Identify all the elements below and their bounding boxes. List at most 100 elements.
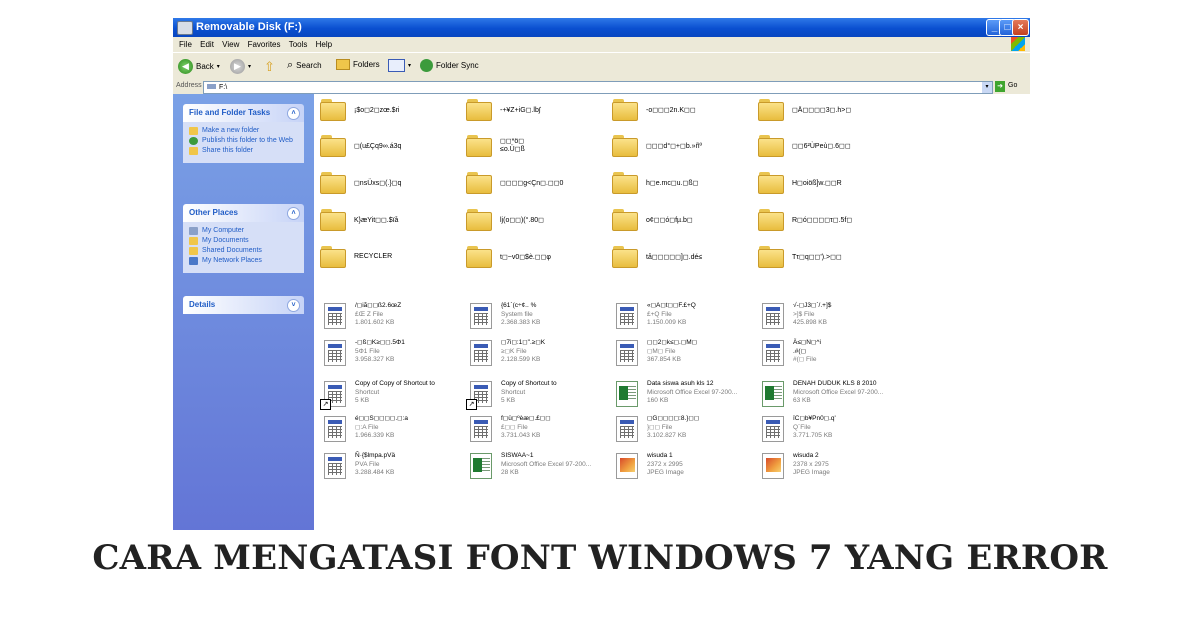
file-item[interactable]: «◻A◻t◻◻F.£+Q £+Q File 1.150.009 KB (614, 302, 696, 329)
file-type: Shortcut (501, 388, 526, 396)
go-arrow-icon[interactable]: ➜ (995, 81, 1005, 92)
publish-folder-link[interactable]: Publish this folder to the Web (189, 137, 298, 145)
file-type: Microsoft Office Excel 97-200... (647, 388, 738, 396)
collapse-icon[interactable]: ˄ (287, 107, 300, 120)
views-button[interactable]: ▾ (388, 59, 411, 72)
folder-item[interactable]: K}æYit◻◻.$ïå (320, 209, 398, 231)
file-item[interactable]: /◻iã◻◻ß2.6œZ £Œ Z File 1.801.602 KB (322, 302, 401, 329)
folders-button[interactable]: Folders (336, 59, 380, 70)
file-item[interactable]: ↗ Copy of Shortcut to Shortcut 5 KB (466, 380, 557, 410)
folder-item[interactable]: h◻e.mc◻u.◻ß◻ (612, 172, 698, 194)
folder-icon (612, 209, 638, 231)
folder-item[interactable]: ◻Ä◻◻◻◻3◻.h>◻ (758, 99, 851, 121)
file-item[interactable]: SISWAA~1 Microsoft Office Excel 97-200...… (468, 452, 591, 479)
folder-icon (758, 99, 784, 121)
folder-name: K}æYit◻◻.$ïå (354, 217, 399, 224)
title-bar[interactable]: Removable Disk (F:) _ □ × (173, 18, 1030, 37)
folder-item[interactable]: RECYCLER (320, 246, 392, 268)
file-item[interactable]: ïC◻b¥Pn0◻.q' Q`File 3.771.705 KB (760, 415, 836, 442)
shortcut-arrow-icon: ↗ (320, 399, 331, 410)
file-item[interactable]: DENAH DUDUK KLS 8 2010 Microsoft Office E… (760, 380, 884, 407)
menu-tools[interactable]: Tools (289, 37, 308, 52)
folder-item[interactable]: tå◻◻◻◻◻]◻.dé≤ (612, 246, 702, 268)
shared-documents-link[interactable]: Shared Documents (189, 247, 298, 255)
details-header[interactable]: Details ˅ (183, 296, 304, 314)
menu-view[interactable]: View (222, 37, 239, 52)
file-item[interactable]: {61`(c÷¢.. % System file 2.368.383 KB (468, 302, 541, 329)
my-network-places-link[interactable]: My Network Places (189, 257, 298, 265)
forward-button[interactable]: ▶ ▾ (230, 59, 251, 74)
address-field[interactable]: F:\ ▾ (203, 81, 993, 94)
my-documents-link[interactable]: My Documents (189, 237, 298, 245)
file-item[interactable]: √-◻J3◻`/.+]$ >]$ File 425.898 KB (760, 302, 831, 329)
file-item[interactable]: ◻◻2◻k≤◻.◻M◻ ◻M◻ File 367.854 KB (614, 339, 697, 366)
share-folder-icon (189, 147, 198, 155)
collapse-icon[interactable]: ˄ (287, 207, 300, 220)
file-name: SISWAA~1 (501, 452, 534, 459)
close-button[interactable]: × (1012, 19, 1029, 36)
share-folder-link[interactable]: Share this folder (189, 147, 298, 155)
up-folder-button[interactable]: ⇧ (264, 59, 275, 75)
file-name: Data siswa asuh kls 12 (647, 380, 714, 387)
folder-item[interactable]: ◻(u£Çq9∞.á3q (320, 135, 401, 157)
file-type: System file (501, 310, 533, 318)
menu-favorites[interactable]: Favorites (248, 37, 281, 52)
file-item[interactable]: wisuda 1 2372 x 2995 JPEG Image (614, 452, 684, 479)
details-panel: Details ˅ (183, 296, 304, 314)
file-item[interactable]: wisuda 2 2378 x 2975 JPEG Image (760, 452, 830, 479)
file-item[interactable]: Ñ·{$lmpa.pVä PVA File 3.288.484 KB (322, 452, 395, 479)
menu-edit[interactable]: Edit (200, 37, 214, 52)
file-item[interactable]: ◻7i◻:1◻".≥◻K ≥◻K File 2.128.599 KB (468, 339, 545, 366)
file-size: 1.966.339 KB (355, 432, 395, 439)
file-size: 2.368.383 KB (501, 319, 541, 326)
folder-name: RECYCLER (354, 253, 393, 260)
folder-item[interactable]: ◻◻◻◻g<Çn◻.◻◻0 (466, 172, 563, 194)
my-computer-link[interactable]: My Computer (189, 227, 298, 235)
file-item[interactable]: ◻G◻◻◻◻:8.}◻◻}◻◻ File 3.102.827 KB (614, 415, 699, 442)
folder-sync-button[interactable]: Folder Sync (420, 59, 479, 72)
file-item[interactable]: -◻ß◻K≥◻◻.5Φ1 5Φ1 File 3.958.327 KB (322, 339, 405, 366)
address-dropdown-icon[interactable]: ▾ (982, 82, 992, 93)
folder-item[interactable]: ◻◻6²ÙPeù◻.6◻◻ (758, 135, 851, 157)
folder-icon (612, 172, 638, 194)
folder-item[interactable]: ¡$o◻2◻zœ.$ri (320, 99, 399, 121)
file-type: }◻◻ File (647, 423, 673, 431)
menu-file[interactable]: File (179, 37, 192, 52)
file-type: Microsoft Office Excel 97-200... (793, 388, 884, 396)
make-new-folder-link[interactable]: Make a new folder (189, 127, 298, 135)
folder-item[interactable]: ◻nsÜxs◻(.}◻q (320, 172, 401, 194)
file-item[interactable]: f◻ü◻ºèæ◻.£◻◻ £◻◻ File 3.731.043 KB (468, 415, 551, 442)
folder-item[interactable]: o¢◻◻ó◻fµ.b◻ (612, 209, 693, 231)
file-item[interactable]: Ä≤◻N◻^i .#(◻ #(◻ File (760, 339, 821, 366)
file-icon (470, 416, 492, 442)
folder-item[interactable]: -o◻◻◻2n.K◻◻ (612, 99, 696, 121)
folder-item[interactable]: ◻◻*ö◻ ≤o.Ü◻ß (466, 135, 525, 157)
folder-name: ◻◻◻◻g<Çn◻.◻◻0 (500, 180, 564, 187)
menu-help[interactable]: Help (316, 37, 332, 52)
folder-item[interactable]: H◻oiöß]w.◻◻R (758, 172, 842, 194)
folder-name: Tτ◻q◻◻').>◻◻ (792, 254, 842, 261)
file-item[interactable]: é◻◻S◻◻◻◻.◻:a ◻:A File 1.966.339 KB (322, 415, 408, 442)
folder-item[interactable]: t◻~v0◻$è.◻◻φ (466, 246, 551, 268)
file-icon (762, 416, 784, 442)
file-item[interactable]: ↗ Copy of Copy of Shortcut to Shortcut 5 KB (320, 380, 435, 410)
folder-item[interactable]: lj(o◻◻)(°.80◻ (466, 209, 544, 231)
file-details: /◻iã◻◻ß2.6œZ £Œ Z File 1.801.602 KB (355, 302, 401, 328)
folder-icon (320, 135, 346, 157)
file-size: JPEG Image (793, 469, 830, 476)
file-folder-tasks-header[interactable]: File and Folder Tasks ˄ (183, 104, 304, 122)
folder-item[interactable]: R◻ó◻◻◻◻τ◻.5f◻ (758, 209, 852, 231)
folder-item[interactable]: ◻◻◻d°◻+◻b.»ñº (612, 135, 702, 157)
expand-icon[interactable]: ˅ (287, 299, 300, 312)
folder-item[interactable]: -+¥Z+iG◻.lb∫ (466, 99, 541, 121)
other-places-header[interactable]: Other Places ˄ (183, 204, 304, 222)
file-details: ◻◻2◻k≤◻.◻M◻ ◻M◻ File 367.854 KB (647, 339, 697, 365)
search-button[interactable]: ⌕ Search (287, 59, 322, 72)
folder-item[interactable]: Tτ◻q◻◻').>◻◻ (758, 246, 842, 268)
back-button[interactable]: ◀ Back ▾ (178, 59, 220, 74)
file-details: é◻◻S◻◻◻◻.◻:a ◻:A File 1.966.339 KB (355, 415, 408, 441)
file-item[interactable]: Data siswa asuh kls 12 Microsoft Office E… (614, 380, 738, 407)
panel-title: File and Folder Tasks (189, 108, 271, 117)
go-label[interactable]: Go (1008, 82, 1017, 89)
file-list-area[interactable]: ¡$o◻2◻zœ.$ri -+¥Z+iG◻.lb∫ -o◻◻◻2n.K◻◻ ◻Ä◻◻◻… (314, 94, 1030, 530)
